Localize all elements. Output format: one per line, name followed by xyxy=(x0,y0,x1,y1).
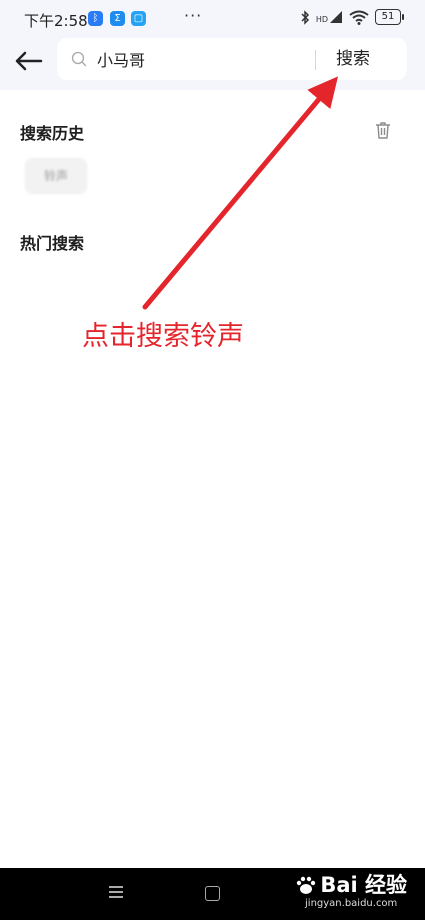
more-notifications-indicator: ··· xyxy=(184,6,203,25)
hot-search-title: 热门搜索 xyxy=(20,234,85,253)
bluetooth-app-icon: ᛒ xyxy=(88,11,103,26)
search-icon xyxy=(71,51,87,67)
watermark-logo: Bai 经验 xyxy=(295,872,407,898)
annotation-text: 点击搜索铃声 xyxy=(82,321,244,352)
search-header: 搜索 xyxy=(0,38,425,90)
sigma-app-icon: Σ xyxy=(110,11,125,26)
watermark-url: jingyan.baidu.com xyxy=(305,898,398,909)
home-icon[interactable] xyxy=(205,886,220,901)
system-nav-bar: Bai 经验 jingyan.baidu.com xyxy=(0,868,425,920)
trash-icon[interactable] xyxy=(373,120,393,140)
menu-icon[interactable] xyxy=(109,886,123,900)
search-box: 搜索 xyxy=(57,38,407,80)
chat-app-icon: ▢ xyxy=(131,11,146,26)
back-arrow-icon xyxy=(15,51,43,71)
history-item[interactable]: 铃声 xyxy=(25,158,87,194)
paw-icon xyxy=(295,874,317,896)
bluetooth-icon xyxy=(301,9,309,25)
back-button[interactable] xyxy=(14,48,44,74)
status-time: 下午2:58 xyxy=(24,12,88,30)
wifi-icon xyxy=(349,10,369,25)
annotation-arrow xyxy=(142,76,339,310)
search-input[interactable] xyxy=(97,46,307,72)
search-divider xyxy=(315,50,316,70)
battery-icon: 51 xyxy=(375,9,404,25)
watermark-brand: Bai 经验 xyxy=(320,873,407,897)
search-history-title: 搜索历史 xyxy=(20,124,85,143)
cellular-signal-icon: HD xyxy=(316,10,343,24)
network-type-label: HD xyxy=(315,15,328,24)
status-bar: 下午2:58 ᛒ Σ ▢ ··· HD 51 xyxy=(0,0,425,40)
watermark: Bai 经验 jingyan.baidu.com xyxy=(295,872,407,910)
battery-level: 51 xyxy=(381,11,395,22)
status-right-cluster: HD 51 xyxy=(300,9,404,25)
search-submit-button[interactable]: 搜索 xyxy=(325,46,381,72)
